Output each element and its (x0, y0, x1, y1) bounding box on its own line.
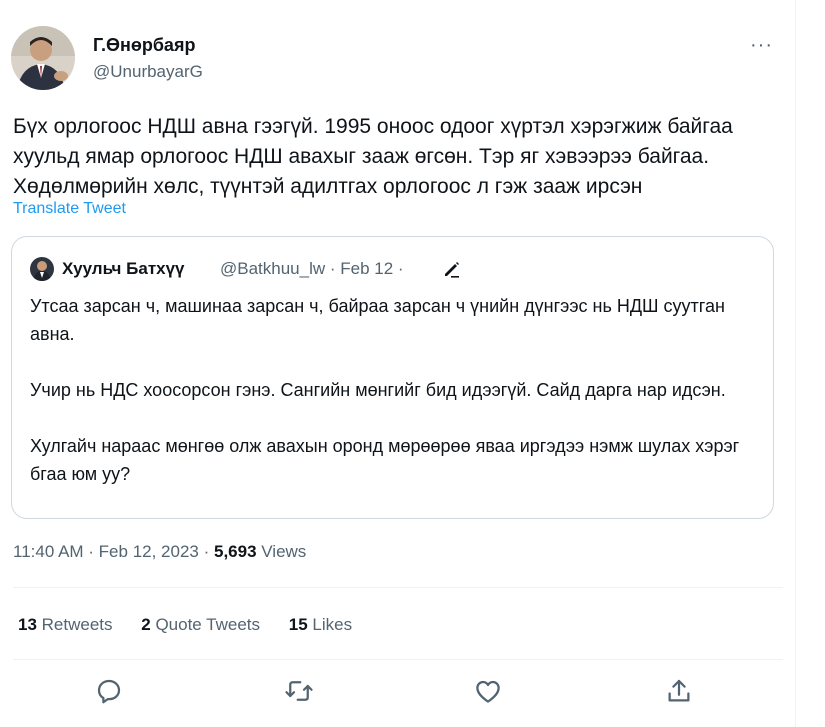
retweets-label: Retweets (36, 615, 113, 634)
quoted-paragraph: Учир нь НДС хоосорсон гэнэ. Сангийн мөнг… (30, 380, 726, 400)
author-avatar[interactable] (11, 26, 75, 90)
retweet-icon[interactable] (284, 676, 314, 706)
likes-label: Likes (307, 615, 353, 634)
quote-tweets-stat[interactable]: 2 Quote Tweets (141, 615, 260, 634)
quoted-tweet-text: Утсаа зарсан ч, машинаа зарсан ч, байраа… (30, 292, 755, 516)
quoted-tweet-header: Хуульч Батхүү @Batkhuu_lw · Feb 12 · (30, 257, 750, 281)
quoted-author-name[interactable]: Хуульч Батхүү (62, 259, 185, 279)
retweets-count: 13 (18, 615, 37, 634)
author-name[interactable]: Г.Өнөрбаяр (93, 35, 195, 56)
tweet-timestamp: 11:40 AM · Feb 12, 2023 · 5,693 Views (13, 542, 306, 562)
tweet-header: Г.Өнөрбаяр @UnurbayarG ··· (11, 26, 781, 92)
tweet-actions (0, 672, 795, 712)
views-count: 5,693 (213, 542, 257, 561)
quoted-paragraph: Хулгайч нараас мөнгөө олж авахын оронд м… (30, 436, 740, 484)
likes-count: 15 (288, 615, 308, 634)
likes-stat[interactable]: 15 Likes (289, 615, 352, 634)
reply-icon[interactable] (94, 676, 124, 706)
column-border (795, 0, 796, 727)
views-label: Views (256, 542, 307, 561)
tweet-time[interactable]: 11:40 AM · Feb 12, 2023 · (13, 542, 214, 561)
divider (13, 587, 783, 588)
quoted-paragraph: Утсаа зарсан ч, машинаа зарсан ч, байраа… (30, 296, 725, 344)
quote-tweets-count: 2 (141, 615, 151, 634)
divider (13, 659, 783, 660)
quoted-tweet[interactable]: Хуульч Батхүү @Batkhuu_lw · Feb 12 · Утс… (11, 236, 774, 519)
quoted-author-meta: @Batkhuu_lw · Feb 12 · (220, 259, 404, 278)
quote-tweets-label: Quote Tweets (150, 615, 261, 634)
more-options-icon[interactable]: ··· (750, 34, 773, 57)
author-handle[interactable]: @UnurbayarG (93, 62, 203, 82)
quoted-author-avatar[interactable] (30, 257, 54, 281)
tweet-text: Бүх орлогоос НДШ авна гээгүй. 1995 оноос… (13, 115, 733, 198)
tweet-stats: 13 Retweets 2 Quote Tweets 15 Likes (18, 615, 376, 635)
like-icon[interactable] (473, 676, 503, 706)
tweet-detail: Г.Өнөрбаяр @UnurbayarG ··· Бүх орлогоос … (0, 0, 795, 727)
edit-icon (442, 259, 462, 279)
share-icon[interactable] (664, 676, 694, 706)
retweets-stat[interactable]: 13 Retweets (18, 615, 113, 634)
translate-tweet-link[interactable]: Translate Tweet (13, 200, 126, 218)
